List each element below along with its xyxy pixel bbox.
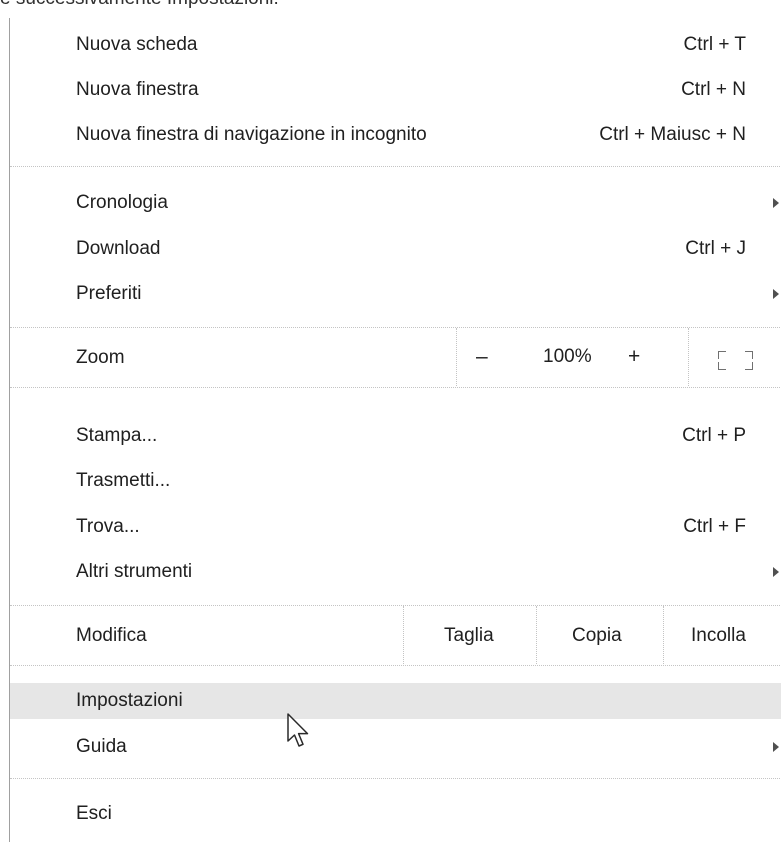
edit-label: Modifica: [76, 625, 147, 646]
zoom-label: Zoom: [76, 347, 125, 368]
menu-item-shortcut: Ctrl + Maiusc + N: [599, 124, 746, 145]
menu-item-new-tab[interactable]: Nuova scheda Ctrl + T: [10, 27, 781, 63]
menu-item-bookmarks[interactable]: Preferiti: [10, 276, 781, 312]
menu-item-new-window[interactable]: Nuova finestra Ctrl + N: [10, 72, 781, 108]
paste-label: Incolla: [691, 625, 746, 646]
menu-item-shortcut: Ctrl + N: [681, 79, 746, 100]
menu-item-label: Cronologia: [76, 192, 168, 213]
submenu-arrow-icon: [773, 198, 779, 208]
menu-item-exit[interactable]: Esci: [10, 796, 781, 832]
fullscreen-button[interactable]: [688, 328, 781, 386]
menu-item-label: Guida: [76, 736, 127, 757]
menu-item-shortcut: Ctrl + P: [682, 425, 746, 446]
submenu-arrow-icon: [773, 289, 779, 299]
menu-item-label: Trova...: [76, 516, 140, 537]
copy-button[interactable]: Copia: [536, 606, 664, 664]
menu-item-settings[interactable]: Impostazioni: [10, 683, 781, 719]
menu-item-label: Preferiti: [76, 283, 142, 304]
menu-row-zoom: Zoom – 100% +: [10, 328, 781, 386]
menu-item-downloads[interactable]: Download Ctrl + J: [10, 231, 781, 267]
menu-separator: [10, 166, 781, 167]
menu-item-help[interactable]: Guida: [10, 729, 781, 765]
submenu-arrow-icon: [773, 742, 779, 752]
menu-item-label: Stampa...: [76, 425, 158, 446]
menu-separator: [10, 665, 781, 666]
menu-item-label: Nuova finestra di navigazione in incogni…: [76, 124, 427, 145]
menu-item-shortcut: Ctrl + F: [683, 516, 746, 537]
zoom-in-button[interactable]: +: [628, 345, 640, 369]
zoom-out-button[interactable]: –: [476, 345, 488, 369]
menu-item-label: Nuova finestra: [76, 79, 199, 100]
menu-item-label: Esci: [76, 803, 112, 824]
menu-item-label: Altri strumenti: [76, 561, 193, 582]
paste-button[interactable]: Incolla: [663, 606, 781, 664]
menu-separator: [10, 387, 781, 388]
menu-item-new-incognito-window[interactable]: Nuova finestra di navigazione in incogni…: [10, 117, 781, 153]
menu-item-label: Nuova scheda: [76, 34, 198, 55]
mouse-pointer-icon: [287, 713, 309, 747]
menu-item-cast[interactable]: Trasmetti...: [10, 463, 781, 499]
instruction-caption: e successivamente Impostazioni:: [0, 0, 279, 10]
copy-label: Copia: [572, 625, 622, 646]
menu-row-edit: Modifica Taglia Copia Incolla: [10, 606, 781, 664]
submenu-arrow-icon: [773, 567, 779, 577]
menu-item-find[interactable]: Trova... Ctrl + F: [10, 509, 781, 545]
browser-context-menu: Nuova scheda Ctrl + T Nuova finestra Ctr…: [9, 18, 781, 842]
menu-item-more-tools[interactable]: Altri strumenti: [10, 554, 781, 590]
menu-separator: [10, 778, 781, 779]
menu-item-history[interactable]: Cronologia: [10, 185, 781, 221]
cut-button[interactable]: Taglia: [403, 606, 537, 664]
menu-item-shortcut: Ctrl + J: [685, 238, 746, 259]
menu-item-label: Trasmetti...: [76, 470, 171, 491]
zoom-controls: – 100% +: [456, 328, 689, 386]
menu-item-shortcut: Ctrl + T: [683, 34, 746, 55]
cut-label: Taglia: [444, 625, 494, 646]
menu-item-print[interactable]: Stampa... Ctrl + P: [10, 418, 781, 454]
menu-item-label: Impostazioni: [76, 690, 183, 711]
menu-item-label: Download: [76, 238, 161, 259]
zoom-level: 100%: [543, 346, 592, 367]
